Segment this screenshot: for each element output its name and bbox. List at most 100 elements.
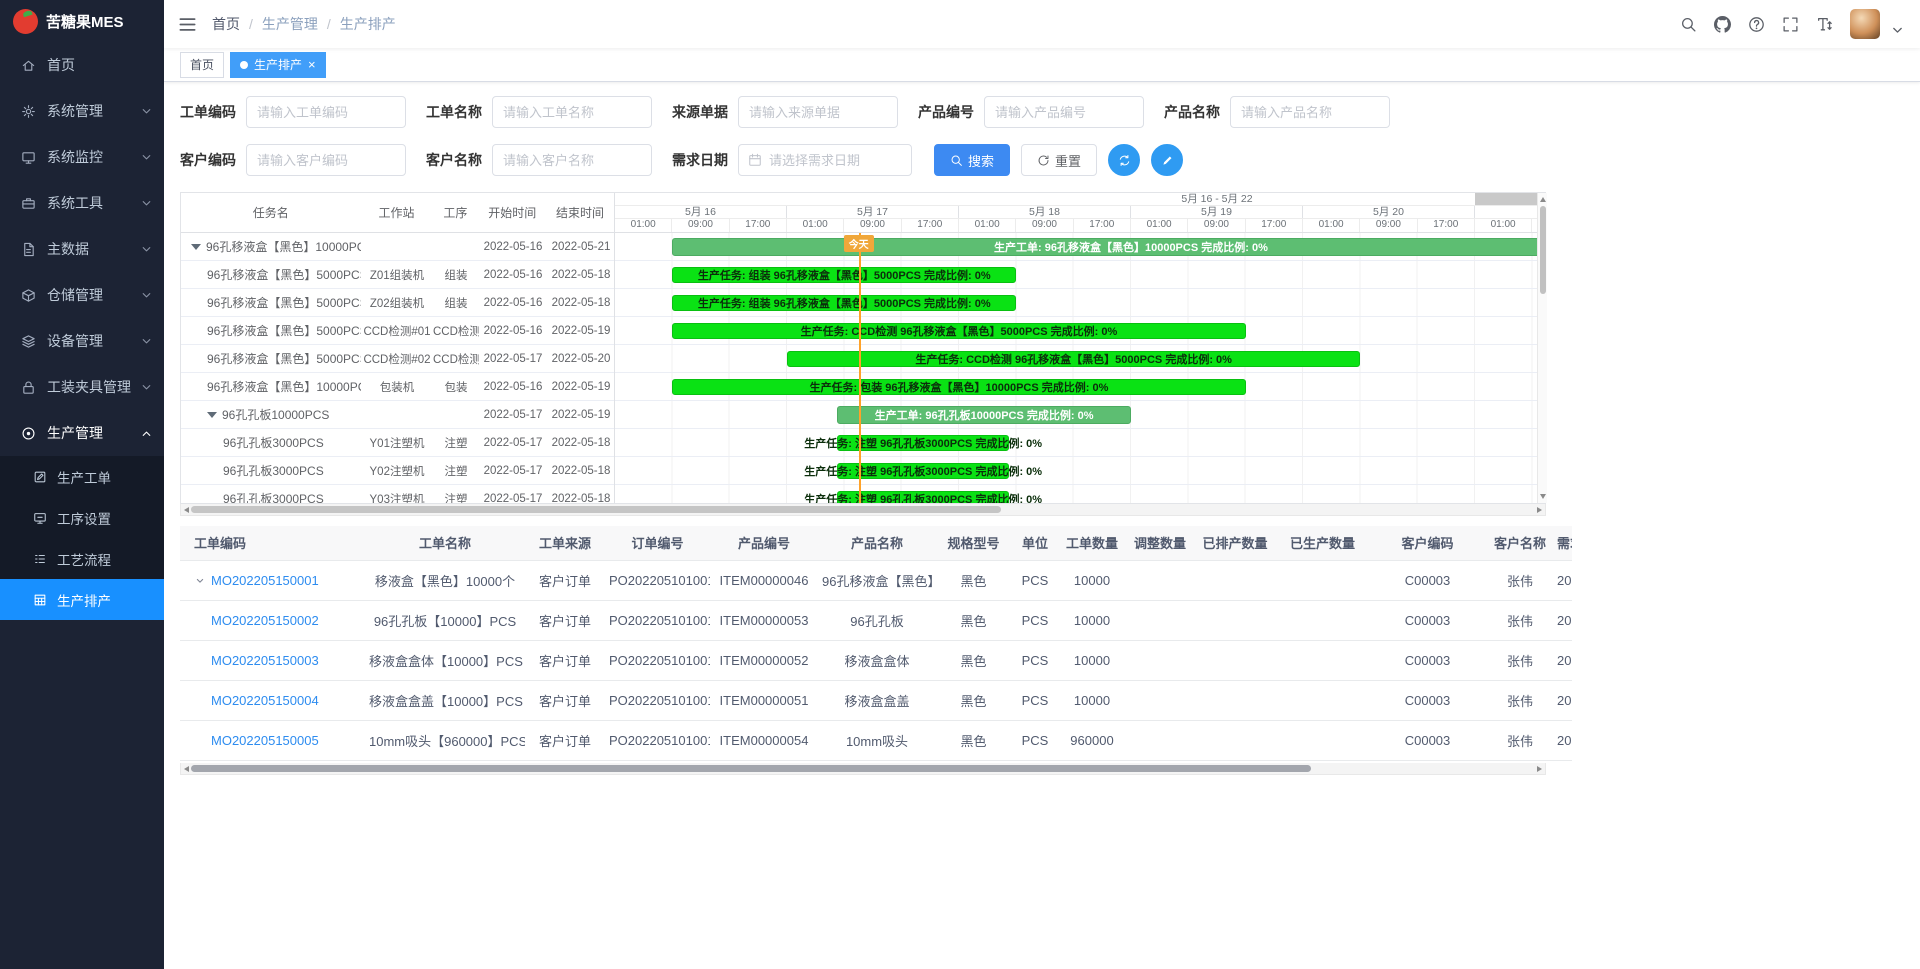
orders-horizontal-scrollbar[interactable] xyxy=(180,763,1546,775)
orders-cell: 移液盒盒盖【10000】PCS xyxy=(365,680,525,720)
orders-cell xyxy=(1195,640,1275,680)
gantt-task-row[interactable]: 96孔移液盒【黑色】5000PCSZ01组装机组装2022-05-162022-… xyxy=(181,261,614,289)
scroll-right-arrow-icon[interactable] xyxy=(1537,766,1542,772)
gantt-bar-task[interactable]: 生产任务: 包装 96孔移液盒【黑色】10000PCS 完成比例: 0% xyxy=(672,379,1245,395)
sidebar-item-6[interactable]: 设备管理 xyxy=(0,318,164,364)
hamburger-icon[interactable] xyxy=(178,15,197,34)
sidebar-subitem-1[interactable]: 工序设置 xyxy=(0,497,164,538)
timeline-header-gray-block xyxy=(1475,193,1537,205)
gantt-bar-order[interactable]: 生产工单: 96孔移液盒【黑色】10000PCS 完成比例: 0% xyxy=(672,238,1537,256)
filter-input[interactable] xyxy=(493,146,651,174)
scroll-left-arrow-icon[interactable] xyxy=(184,766,189,772)
gantt-bar-task[interactable]: 生产任务: 组装 96孔移液盒【黑色】5000PCS 完成比例: 0% xyxy=(672,267,1016,283)
gantt-bar-task[interactable]: 生产任务: 组装 96孔移液盒【黑色】5000PCS 完成比例: 0% xyxy=(672,295,1016,311)
gantt-bar-task[interactable]: 生产任务: 注塑 96孔孔板3000PCS 完成比例: 0% xyxy=(837,435,1009,451)
scroll-up-arrow-icon[interactable] xyxy=(1540,197,1546,202)
horizontal-scroll-thumb[interactable] xyxy=(191,765,1311,772)
gantt-task-row[interactable]: 96孔孔板3000PCSY02注塑机注塑2022-05-172022-05-18 xyxy=(181,457,614,485)
filter-input[interactable] xyxy=(247,98,405,126)
orders-row[interactable]: MO20220515000296孔孔板【10000】PCS客户订单PO20220… xyxy=(180,600,1572,640)
gantt-task-row[interactable]: 96孔孔板10000PCS2022-05-172022-05-19 xyxy=(181,401,614,429)
horizontal-scroll-thumb[interactable] xyxy=(191,506,1001,513)
filter-input[interactable] xyxy=(493,98,651,126)
orders-row[interactable]: MO202205150001移液盒【黑色】10000个客户订单PO2022051… xyxy=(180,560,1572,600)
sidebar-subitem-2[interactable]: 工艺流程 xyxy=(0,538,164,579)
sidebar-item-4[interactable]: 主数据 xyxy=(0,226,164,272)
orders-cell xyxy=(1195,560,1275,600)
gantt-task-row[interactable]: 96孔孔板3000PCSY01注塑机注塑2022-05-172022-05-18 xyxy=(181,429,614,457)
filter-input[interactable] xyxy=(762,146,898,174)
sidebar-item-7[interactable]: 工装夹具管理 xyxy=(0,364,164,410)
orders-row[interactable]: MO20220515000510mm吸头【960000】PCS客户订单PO202… xyxy=(180,720,1572,760)
search-button[interactable] xyxy=(1680,16,1697,33)
breadcrumb-separator: / xyxy=(327,16,331,32)
avatar[interactable] xyxy=(1850,9,1880,39)
gantt-bar-order[interactable]: 生产工单: 96孔孔板10000PCS 完成比例: 0% xyxy=(837,406,1131,424)
sidebar-subitem-3[interactable]: 生产排产 xyxy=(0,579,164,620)
expand-chevron-icon[interactable] xyxy=(194,575,206,587)
breadcrumb-item[interactable]: 生产管理 xyxy=(262,14,318,34)
filter-input[interactable] xyxy=(985,98,1143,126)
gear-icon xyxy=(21,104,36,119)
refresh-icon xyxy=(1037,154,1050,167)
reset-button[interactable]: 重置 xyxy=(1021,144,1097,176)
vertical-scroll-thumb[interactable] xyxy=(1540,206,1546,294)
sidebar-item-label: 设备管理 xyxy=(47,331,103,351)
breadcrumb-item[interactable]: 生产排产 xyxy=(340,14,396,34)
refresh-button[interactable] xyxy=(1108,144,1140,176)
scroll-down-arrow-icon[interactable] xyxy=(1540,494,1546,499)
task-station: CCD检测#01 xyxy=(361,323,433,339)
gantt-vertical-scrollbar[interactable] xyxy=(1537,193,1547,503)
task-name-cell: 96孔孔板3000PCS xyxy=(181,434,361,451)
workorder-link[interactable]: MO202205150002 xyxy=(211,613,319,628)
sidebar-item-5[interactable]: 仓储管理 xyxy=(0,272,164,318)
help-button[interactable] xyxy=(1748,16,1765,33)
filter-row-2: 客户编码客户名称需求日期搜索重置 xyxy=(180,144,1904,176)
scroll-right-arrow-icon[interactable] xyxy=(1537,507,1542,513)
gantt-task-row[interactable]: 96孔移液盒【黑色】5000PCSCCD检测#01CCD检测2022-05-16… xyxy=(181,317,614,345)
sidebar-item-0[interactable]: 首页 xyxy=(0,42,164,88)
search-button[interactable]: 搜索 xyxy=(934,144,1010,176)
gantt-bar-task[interactable]: 生产任务: 注塑 96孔孔板3000PCS 完成比例: 0% xyxy=(837,491,1009,503)
orders-cell: ITEM00000046 xyxy=(710,560,818,600)
scroll-left-arrow-icon[interactable] xyxy=(184,507,189,513)
sidebar-subitem-0[interactable]: 生产工单 xyxy=(0,456,164,497)
workorder-link[interactable]: MO202205150005 xyxy=(211,733,319,748)
chevron-down-icon[interactable] xyxy=(1889,22,1906,39)
orders-cell: 黑色 xyxy=(936,680,1011,720)
sidebar-item-3[interactable]: 系统工具 xyxy=(0,180,164,226)
filter-input[interactable] xyxy=(247,146,405,174)
workorder-link[interactable]: MO202205150004 xyxy=(211,693,319,708)
gantt-bar-task[interactable]: 生产任务: 注塑 96孔孔板3000PCS 完成比例: 0% xyxy=(837,463,1009,479)
orders-row[interactable]: MO202205150004移液盒盒盖【10000】PCS客户订单PO20220… xyxy=(180,680,1572,720)
sidebar-item-2[interactable]: 系统监控 xyxy=(0,134,164,180)
edit-button[interactable] xyxy=(1151,144,1183,176)
orders-row[interactable]: MO202205150003移液盒盒体【10000】PCS客户订单PO20220… xyxy=(180,640,1572,680)
gantt-bar-task[interactable]: 生产任务: CCD检测 96孔移液盒【黑色】5000PCS 完成比例: 0% xyxy=(672,323,1245,339)
filter-input[interactable] xyxy=(739,98,897,126)
github-button[interactable] xyxy=(1714,16,1731,33)
gantt-bar-task[interactable]: 生产任务: CCD检测 96孔移液盒【黑色】5000PCS 完成比例: 0% xyxy=(787,351,1360,367)
sidebar-item-1[interactable]: 系统管理 xyxy=(0,88,164,134)
gantt-task-row[interactable]: 96孔移液盒【黑色】10000PCS2022-05-162022-05-21 xyxy=(181,233,614,261)
fullscreen-button[interactable] xyxy=(1782,16,1799,33)
tab-0[interactable]: 首页 xyxy=(180,52,224,78)
expand-caret-icon[interactable] xyxy=(207,412,217,418)
task-start: 2022-05-16 xyxy=(479,325,547,337)
font-size-button[interactable] xyxy=(1816,16,1833,33)
workorder-link[interactable]: MO202205150001 xyxy=(211,573,319,588)
gantt-task-row[interactable]: 96孔移液盒【黑色】5000PCSCCD检测#02CCD检测2022-05-17… xyxy=(181,345,614,373)
gantt-task-row[interactable]: 96孔移液盒【黑色】5000PCSZ02组装机组装2022-05-162022-… xyxy=(181,289,614,317)
app-logo[interactable]: 苦糖果MES xyxy=(0,0,164,42)
gantt-task-row[interactable]: 96孔孔板3000PCSY03注塑机注塑2022-05-172022-05-18 xyxy=(181,485,614,503)
expand-caret-icon[interactable] xyxy=(191,244,201,250)
breadcrumb-item[interactable]: 首页 xyxy=(212,14,240,34)
workorder-link[interactable]: MO202205150003 xyxy=(211,653,319,668)
orders-cell: PCS xyxy=(1011,720,1059,760)
sidebar-item-8[interactable]: 生产管理 xyxy=(0,410,164,456)
close-icon[interactable]: × xyxy=(308,58,316,71)
tab-1[interactable]: 生产排产× xyxy=(230,52,326,78)
gantt-task-row[interactable]: 96孔移液盒【黑色】10000PCS包装机包装2022-05-162022-05… xyxy=(181,373,614,401)
filter-input[interactable] xyxy=(1231,98,1389,126)
gantt-horizontal-scrollbar[interactable] xyxy=(180,504,1546,516)
